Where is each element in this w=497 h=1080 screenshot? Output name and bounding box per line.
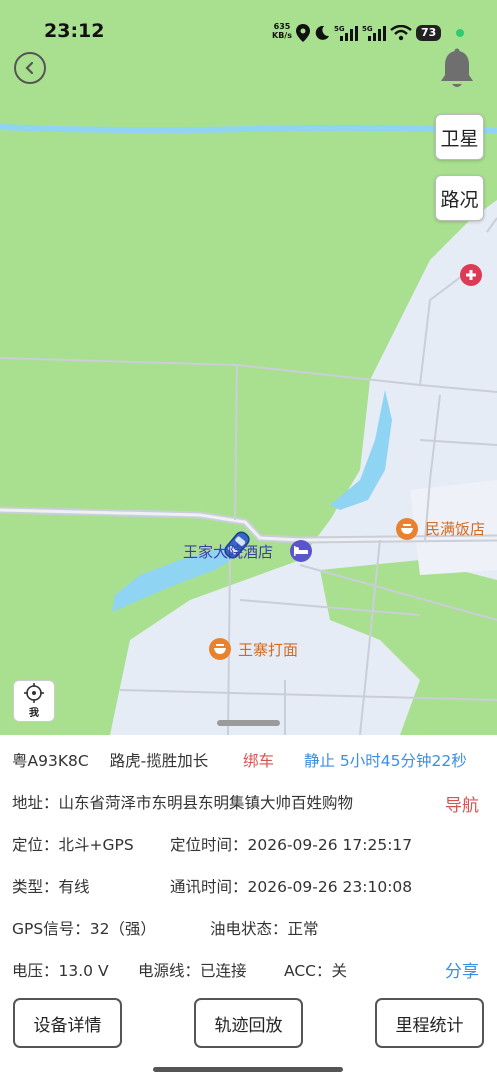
track-playback-button[interactable]: 轨迹回放: [194, 998, 303, 1048]
positioning-value: 北斗+GPS: [58, 836, 134, 854]
back-button[interactable]: [14, 52, 46, 84]
locate-me-button[interactable]: 我: [13, 680, 55, 722]
restaurant-bowl-icon[interactable]: [209, 638, 231, 660]
mileage-stats-button[interactable]: 里程统计: [375, 998, 484, 1048]
river-top: [0, 124, 497, 134]
oil-elec-value: 正常: [287, 920, 319, 938]
comm-time-row: 通讯时间：2026-09-26 23:10:08: [170, 875, 412, 897]
moon-icon: [315, 25, 329, 40]
vehicle-model: 路虎-揽胜加长: [109, 752, 209, 770]
medical-cross-icon[interactable]: [460, 264, 482, 286]
gps-signal-label: GPS信号：: [12, 920, 90, 938]
voltage-row: 电压：13.0 V: [12, 959, 109, 981]
wifi-icon: [390, 25, 412, 41]
satellite-toggle-button[interactable]: 卫星: [435, 114, 484, 160]
position-time-value: 2026-09-26 17:25:17: [247, 836, 413, 854]
gps-signal-value: 32（强）: [89, 920, 156, 938]
svg-text:5G: 5G: [334, 25, 345, 33]
vehicle-info-panel: 粤A93K8C 路虎-揽胜加长 绑车 静止 5小时45分钟22秒 地址：山东省菏…: [0, 735, 497, 1080]
restaurant-bowl-icon[interactable]: [396, 518, 418, 540]
comm-time-label: 通讯时间：: [170, 878, 248, 896]
type-label: 类型：: [12, 878, 59, 896]
position-time-label: 定位时间：: [170, 836, 248, 854]
poi-restaurant-label[interactable]: 王寨打面: [238, 639, 298, 660]
power-line-value: 已连接: [200, 962, 247, 980]
network-rate: 635 KB/s: [272, 22, 292, 40]
motion-status: 静止 5小时45分钟22秒: [304, 752, 467, 770]
comm-time-value: 2026-09-26 23:10:08: [247, 878, 413, 896]
address-value: 山东省菏泽市东明县东明集镇大帅百姓购物: [58, 794, 354, 812]
network-rate-unit: KB/s: [272, 31, 292, 40]
positioning-row: 定位：北斗+GPS: [12, 833, 134, 855]
status-icons: 5G 5G 73: [296, 22, 442, 44]
oil-elec-label: 油电状态：: [210, 920, 288, 938]
crosshair-icon: [24, 683, 44, 703]
gps-signal-row: GPS信号：32（强）: [12, 917, 156, 939]
acc-row: ACC：关: [284, 959, 347, 981]
status-bar: 23:12 635 KB/s 5G 5G 73: [0, 0, 497, 66]
home-indicator[interactable]: [153, 1067, 343, 1072]
bell-icon[interactable]: [438, 48, 476, 90]
vehicle-header-row: 粤A93K8C 路虎-揽胜加长: [12, 749, 208, 771]
location-pin-icon: [296, 24, 310, 42]
navigate-button[interactable]: 导航: [445, 791, 479, 816]
traffic-toggle-button[interactable]: 路况: [435, 175, 484, 221]
share-button[interactable]: 分享: [445, 957, 479, 982]
network-rate-value: 635: [273, 22, 291, 31]
device-detail-button[interactable]: 设备详情: [13, 998, 122, 1048]
position-time-row: 定位时间：2026-09-26 17:25:17: [170, 833, 412, 855]
poi-hotel-label[interactable]: 王家大院酒店: [183, 541, 273, 562]
power-line-row: 电源线：已连接: [138, 959, 247, 981]
locate-me-label: 我: [29, 708, 39, 719]
hotel-bed-icon[interactable]: [290, 540, 312, 562]
bind-car-button[interactable]: 绑车: [243, 749, 274, 771]
address-row: 地址：山东省菏泽市东明县东明集镇大帅百姓购物: [12, 791, 353, 813]
power-line-label: 电源线：: [138, 962, 201, 980]
positioning-label: 定位：: [12, 836, 59, 854]
signal-5g-icon: 5G: [334, 25, 358, 41]
type-row: 类型：有线: [12, 875, 90, 897]
chevron-left-icon: [25, 61, 34, 75]
type-value: 有线: [58, 878, 90, 896]
poi-restaurant-label[interactable]: 民满饭店: [425, 518, 485, 539]
voltage-value: 13.0 V: [58, 962, 109, 980]
plate-number: 粤A93K8C: [12, 752, 89, 770]
acc-label: ACC：: [284, 962, 332, 980]
status-dot-icon: [456, 29, 464, 37]
status-time: 23:12: [44, 20, 105, 42]
map-canvas: [0, 124, 497, 735]
battery-level: 73: [416, 25, 442, 41]
drag-handle[interactable]: [217, 720, 280, 726]
address-label: 地址：: [12, 794, 59, 812]
svg-text:5G: 5G: [362, 25, 373, 33]
voltage-label: 电压：: [12, 962, 59, 980]
signal-5g-icon: 5G: [362, 25, 386, 41]
oil-elec-row: 油电状态：正常: [210, 917, 319, 939]
map-view[interactable]: 王家大院酒店 民满饭店 王寨打面 卫星 路况 我: [0, 0, 497, 735]
acc-value: 关: [331, 962, 347, 980]
